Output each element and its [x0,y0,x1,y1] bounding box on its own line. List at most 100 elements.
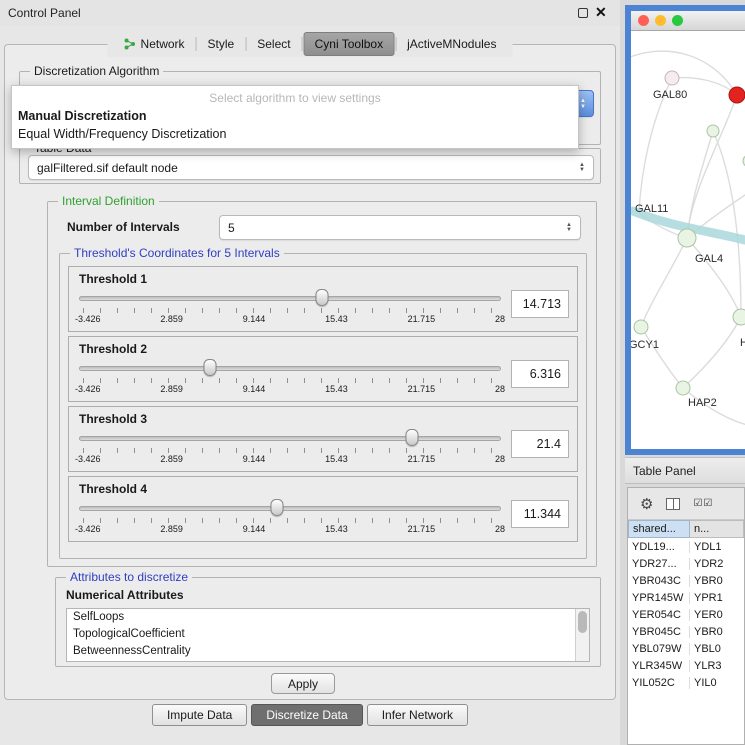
table-row[interactable]: YDR27... YDR2 [628,555,744,572]
zoom-traffic-light-icon[interactable] [672,15,683,26]
threshold-slider[interactable]: -3.4262.8599.14415.4321.71528 [79,428,501,466]
dropdown-option-manual[interactable]: Manual Discretization [12,107,578,125]
network-view-window[interactable]: GAL80 GAL11 GAL4 GCY1 HAP2 H [625,5,745,455]
list-scrollbar[interactable] [575,609,589,661]
tick-label: 21.715 [408,524,436,534]
network-node[interactable] [676,381,690,395]
columns-icon[interactable] [666,498,680,510]
node-label: GAL4 [695,253,723,265]
slider-tickmarks [83,308,497,313]
tab-separator [395,37,396,51]
cell-name: YBR0 [690,626,744,638]
table-row[interactable]: YER054C YER0 [628,606,744,623]
tick-label: -3.426 [75,314,101,324]
table-data-combobox[interactable]: galFiltered.sif default node ▲▼ [28,155,594,180]
control-panel: Control Panel ✕ Discretization Algorithm… [0,0,620,745]
threshold-panel: Threshold 1 -3.4262.8599.14415.4321.7152… [68,266,578,332]
float-window-icon[interactable] [578,8,588,18]
list-item[interactable]: TopologicalCoefficient [67,626,589,643]
tick-label: 21.715 [408,454,436,464]
tab-separator [196,37,197,51]
slider-track[interactable] [79,506,501,511]
tab-select[interactable]: Select [247,33,300,55]
node-label: GCY1 [631,339,659,351]
threshold-coordinates-group: Threshold's Coordinates for 5 Intervals … [59,253,587,559]
panel-title: Control Panel [8,6,81,20]
apply-button[interactable]: Apply [271,673,335,694]
table-row[interactable]: YBR045C YBR0 [628,623,744,640]
threshold-value-field[interactable]: 11.344 [511,500,569,528]
numerical-attributes-list[interactable]: SelfLoopsTopologicalCoefficientBetweenne… [66,608,590,662]
close-icon[interactable]: ✕ [595,4,607,21]
table-row[interactable]: YBR043C YBR0 [628,572,744,589]
column-header-name[interactable]: n... [690,520,744,538]
table-row[interactable]: YLR345W YLR3 [628,657,744,674]
tick-label: 2.859 [160,384,183,394]
network-node[interactable] [733,309,745,325]
tick-label: 9.144 [243,454,266,464]
network-node[interactable] [707,125,719,137]
table-row[interactable]: YPR145W YPR1 [628,589,744,606]
column-header-shared-name[interactable]: shared... [628,520,690,538]
list-item[interactable]: SelfLoops [67,609,589,626]
tab-infer-network[interactable]: Infer Network [367,704,468,726]
close-traffic-light-icon[interactable] [638,15,649,26]
table-row[interactable]: YDL19... YDL1 [628,538,744,555]
node-label: H [740,337,745,349]
network-node[interactable] [678,229,696,247]
tick-label: 15.43 [325,314,348,324]
threshold-slider[interactable]: -3.4262.8599.14415.4321.71528 [79,498,501,536]
threshold-panel: Threshold 4 -3.4262.8599.14415.4321.7152… [68,476,578,542]
slider-track[interactable] [79,436,501,441]
table-header-row: shared... n... [628,520,744,538]
dropdown-option-equal-width[interactable]: Equal Width/Frequency Discretization [12,125,578,143]
gear-icon[interactable]: ⚙ [640,495,653,513]
tab-impute-data[interactable]: Impute Data [152,704,247,726]
control-panel-frame: Discretization Algorithm ▲▼ Select algor… [4,44,616,700]
threshold-slider[interactable]: -3.4262.8599.14415.4321.71528 [79,358,501,396]
threshold-label: Threshold 3 [79,412,577,426]
network-canvas[interactable]: GAL80 GAL11 GAL4 GCY1 HAP2 H [631,31,745,448]
tab-discretize-data[interactable]: Discretize Data [251,704,362,726]
scrollbar-thumb[interactable] [578,611,587,633]
threshold-value-field[interactable]: 6.316 [511,360,569,388]
tab-label: Select [257,37,290,51]
table-row[interactable]: YBL079W YBL0 [628,640,744,657]
list-item[interactable]: BetweennessCentrality [67,643,589,660]
slider-tickmarks [83,378,497,383]
group-title: Interval Definition [58,194,159,208]
checkbox-filter-icons[interactable]: ☑☑ [693,498,713,509]
tick-label: 9.144 [243,314,266,324]
threshold-label: Threshold 4 [79,482,577,496]
tab-cyni-toolbox[interactable]: Cyni Toolbox [304,32,394,56]
tab-jactivemnodules[interactable]: jActiveMNodules [397,33,506,55]
tab-network[interactable]: Network [114,33,195,55]
slider-track[interactable] [79,296,501,301]
selected-red-node[interactable] [729,87,745,103]
minimize-traffic-light-icon[interactable] [655,15,666,26]
threshold-slider[interactable]: -3.4262.8599.14415.4321.71528 [79,288,501,326]
bottom-tab-bar: Impute Data Discretize Data Infer Networ… [0,704,620,726]
group-title: Attributes to discretize [66,570,192,584]
tick-label: 2.859 [160,314,183,324]
table-row[interactable]: YIL052C YIL0 [628,674,744,691]
threshold-label: Threshold 1 [79,272,577,286]
tab-style[interactable]: Style [198,33,245,55]
numerical-attributes-heading: Numerical Attributes [66,588,184,602]
slider-thumb[interactable] [203,359,216,376]
slider-thumb[interactable] [316,289,329,306]
threshold-value-field[interactable]: 14.713 [511,290,569,318]
tick-label: 21.715 [408,384,436,394]
slider-thumb[interactable] [271,499,284,516]
number-of-intervals-combobox[interactable]: 5 ▲▼ [219,215,581,240]
combobox-value: galFiltered.sif default node [37,161,178,175]
cell-shared-name: YDR27... [628,558,690,570]
network-node[interactable] [634,320,648,334]
threshold-value-field[interactable]: 21.4 [511,430,569,458]
table-rows[interactable]: YDL19... YDL1 YDR27... YDR2 YBR043C YBR0… [628,538,744,745]
slider-thumb[interactable] [406,429,419,446]
threshold-label: Threshold 2 [79,342,577,356]
network-node[interactable] [665,71,679,85]
attributes-to-discretize-group: Attributes to discretize Numerical Attri… [55,577,601,667]
slider-track[interactable] [79,366,501,371]
